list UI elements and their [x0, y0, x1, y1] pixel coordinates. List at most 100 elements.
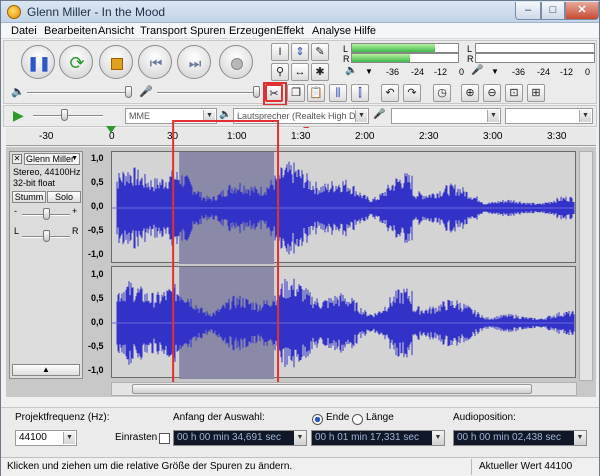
solo-button[interactable]: Solo: [47, 191, 81, 203]
record-meter-right[interactable]: [475, 53, 595, 63]
speaker-icon[interactable]: 🔈: [345, 65, 357, 76]
pencil-icon: ✎: [315, 46, 325, 58]
ruler-label: 3:30: [547, 131, 567, 142]
audio-position-time[interactable]: 00 h 00 min 02,438 sec ▼: [453, 430, 587, 446]
title-bar[interactable]: Glenn Miller - In the Mood – □ ✕: [1, 1, 599, 23]
track-control-panel: ✕ Glenn Miller ▼ Stereo, 44100Hz 32-bit …: [9, 151, 83, 379]
copy-button[interactable]: ❐: [287, 84, 305, 102]
status-current-value: Aktueller Wert 44100: [479, 461, 573, 472]
vertical-scrollbar[interactable]: [579, 151, 593, 381]
input-microphone-icon: 🎤: [139, 86, 153, 98]
playback-meter-right-fill: [352, 54, 411, 62]
playback-meter-left-fill: [352, 44, 435, 52]
fit-selection-icon: ⊡: [509, 87, 519, 99]
playback-position-marker[interactable]: [106, 126, 116, 133]
waveform-display[interactable]: [112, 120, 575, 388]
fit-project-icon: ⊞: [531, 87, 541, 99]
time-shift-tool-button[interactable]: ↔: [291, 63, 309, 81]
snap-checkbox[interactable]: [159, 433, 170, 444]
meter-menu-icon[interactable]: ▼: [365, 67, 373, 76]
rec-meter-menu-icon[interactable]: ▼: [491, 67, 499, 76]
play-at-speed-icon[interactable]: ▶: [13, 107, 24, 124]
pause-button[interactable]: ❚❚: [21, 45, 55, 79]
scrollbar-thumb[interactable]: [132, 384, 532, 394]
fit-selection-button[interactable]: ⊡: [505, 84, 523, 102]
ruler-label: 1:30: [291, 131, 311, 142]
length-radio[interactable]: [352, 414, 363, 425]
draw-tool-button[interactable]: ✎: [311, 43, 329, 61]
amplitude-label: 0,0: [91, 201, 104, 211]
chevron-down-icon: ▼: [294, 431, 306, 445]
recording-volume-slider[interactable]: [157, 92, 257, 94]
redo-button[interactable]: ↷: [403, 84, 421, 102]
playback-meter-right[interactable]: [351, 53, 459, 63]
input-device-select[interactable]: ▼: [391, 108, 501, 124]
rec-meter-scale-label: -24: [537, 67, 551, 77]
pan-right-label: R: [72, 226, 79, 236]
audio-host-value: MME: [129, 111, 150, 121]
track-format-info: Stereo, 44100Hz: [13, 167, 81, 177]
amplitude-label: 0,5: [91, 293, 104, 303]
menu-transport[interactable]: Transport: [140, 25, 187, 37]
skip-start-button[interactable]: ⏮: [138, 45, 172, 79]
trim-button[interactable]: ⫼: [329, 84, 347, 102]
menu-datei[interactable]: Datei: [11, 25, 37, 37]
record-button[interactable]: [219, 45, 253, 79]
chevron-down-icon: ▼: [432, 431, 444, 445]
zoom-tool-button[interactable]: ⚲: [271, 63, 289, 81]
length-label: Länge: [366, 412, 394, 423]
menu-analyse[interactable]: Analyse: [312, 25, 351, 37]
rec-meter-left-label: L: [467, 44, 473, 54]
playback-volume-slider[interactable]: [27, 92, 127, 94]
gain-slider-thumb[interactable]: [43, 208, 50, 220]
selection-end-time[interactable]: 00 h 01 min 17,331 sec ▼: [311, 430, 445, 446]
zoom-out-button[interactable]: ⊖: [483, 84, 501, 102]
mute-button[interactable]: Stumm: [12, 191, 46, 203]
track-name-menu[interactable]: Glenn Miller ▼: [24, 153, 80, 165]
time-shift-icon: ↔: [294, 66, 306, 78]
playback-volume-thumb[interactable]: [125, 86, 132, 98]
input-channels-select[interactable]: ▼: [505, 108, 593, 124]
close-button[interactable]: ✕: [565, 2, 599, 20]
rec-meter-scale-label: -12: [560, 67, 574, 77]
menu-effekt[interactable]: Effekt: [276, 25, 304, 37]
zoom-in-icon: ⊕: [465, 87, 475, 99]
project-rate-select[interactable]: 44100 ▼: [15, 430, 77, 446]
pan-slider-thumb[interactable]: [43, 230, 50, 242]
end-radio[interactable]: [312, 414, 323, 425]
zoom-in-button[interactable]: ⊕: [461, 84, 479, 102]
paste-button[interactable]: 📋: [307, 84, 325, 102]
undo-button[interactable]: ↶: [381, 84, 399, 102]
selection-start-time[interactable]: 00 h 00 min 34,691 sec ▼: [173, 430, 307, 446]
skip-end-button[interactable]: ⏭: [177, 45, 211, 79]
menu-bearbeiten[interactable]: Bearbeiten: [44, 25, 97, 37]
multi-tool-button[interactable]: ✱: [311, 63, 329, 81]
selection-tool-button[interactable]: I: [271, 43, 289, 61]
fit-project-button[interactable]: ⊞: [527, 84, 545, 102]
maximize-button[interactable]: □: [541, 2, 565, 20]
playback-meter-left[interactable]: [351, 43, 459, 53]
silence-button[interactable]: ⫿: [351, 84, 369, 102]
track-close-icon[interactable]: ✕: [12, 154, 22, 164]
record-meter-left[interactable]: [475, 43, 595, 53]
sync-lock-button[interactable]: ◷: [433, 84, 451, 102]
minimize-button[interactable]: –: [515, 2, 541, 20]
horizontal-scrollbar[interactable]: [111, 382, 577, 396]
menu-ansicht[interactable]: Ansicht: [98, 25, 134, 37]
project-rate-value: 44100: [19, 432, 47, 443]
menu-erzeugen[interactable]: Erzeugen: [229, 25, 276, 37]
play-button[interactable]: ⟳: [59, 45, 93, 79]
menu-spuren[interactable]: Spuren: [190, 25, 225, 37]
recording-volume-thumb[interactable]: [253, 86, 260, 98]
play-speed-thumb[interactable]: [61, 109, 68, 121]
stop-button[interactable]: [99, 45, 133, 79]
play-speed-slider[interactable]: [33, 115, 103, 117]
menu-hilfe[interactable]: Hilfe: [354, 25, 376, 37]
amplitude-label: -1,0: [88, 249, 104, 259]
snap-label: Einrasten: [115, 432, 158, 443]
microphone-icon[interactable]: 🎤: [471, 65, 483, 76]
collapse-track-button[interactable]: ▲: [12, 364, 80, 376]
amplitude-label: 1,0: [91, 153, 104, 163]
meter-scale-label: -36: [386, 67, 400, 77]
envelope-tool-button[interactable]: ⇕: [291, 43, 309, 61]
